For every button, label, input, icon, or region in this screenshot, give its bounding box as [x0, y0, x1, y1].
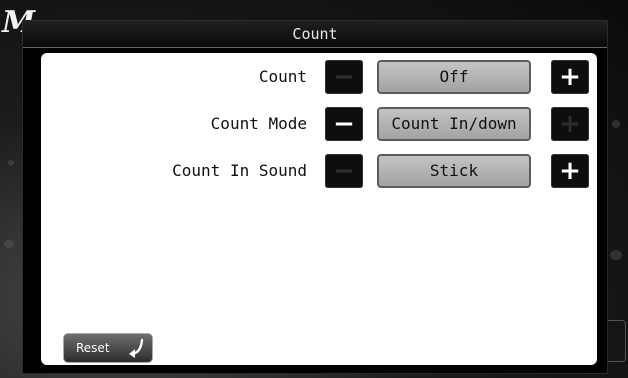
plus-icon: + — [559, 109, 581, 139]
count-label: Count — [258, 67, 307, 86]
background-texture — [610, 250, 622, 260]
count-mode-decrement-button[interactable]: − — [325, 107, 363, 141]
count-in-sound-increment-button[interactable]: + — [551, 154, 589, 188]
count-mode-value: Count In/down — [377, 107, 531, 141]
reset-label: Reset — [76, 341, 110, 355]
count-in-sound-value: Stick — [377, 154, 531, 188]
count-decrement-button[interactable]: − — [325, 60, 363, 94]
count-increment-button[interactable]: + — [551, 60, 589, 94]
minus-icon: − — [333, 109, 355, 139]
reset-button[interactable]: Reset — [63, 333, 153, 363]
background-texture — [4, 240, 14, 248]
dialog-title: Count — [23, 21, 607, 48]
count-dialog: Count Count − Off + Count Mode − Count I… — [22, 20, 608, 374]
count-value: Off — [377, 60, 531, 94]
background-texture — [8, 160, 14, 166]
plus-icon: + — [559, 62, 581, 92]
minus-icon: − — [333, 62, 355, 92]
plus-icon: + — [559, 156, 581, 186]
count-mode-label: Count Mode — [210, 114, 307, 133]
settings-panel: Count − Off + Count Mode − Count In/down… — [41, 53, 597, 365]
count-in-sound-decrement-button[interactable]: − — [325, 154, 363, 188]
minus-icon: − — [333, 156, 355, 186]
return-arrow-icon — [129, 338, 144, 358]
count-mode-increment-button[interactable]: + — [551, 107, 589, 141]
background-texture — [612, 120, 620, 128]
count-in-sound-label: Count In Sound — [172, 161, 307, 180]
